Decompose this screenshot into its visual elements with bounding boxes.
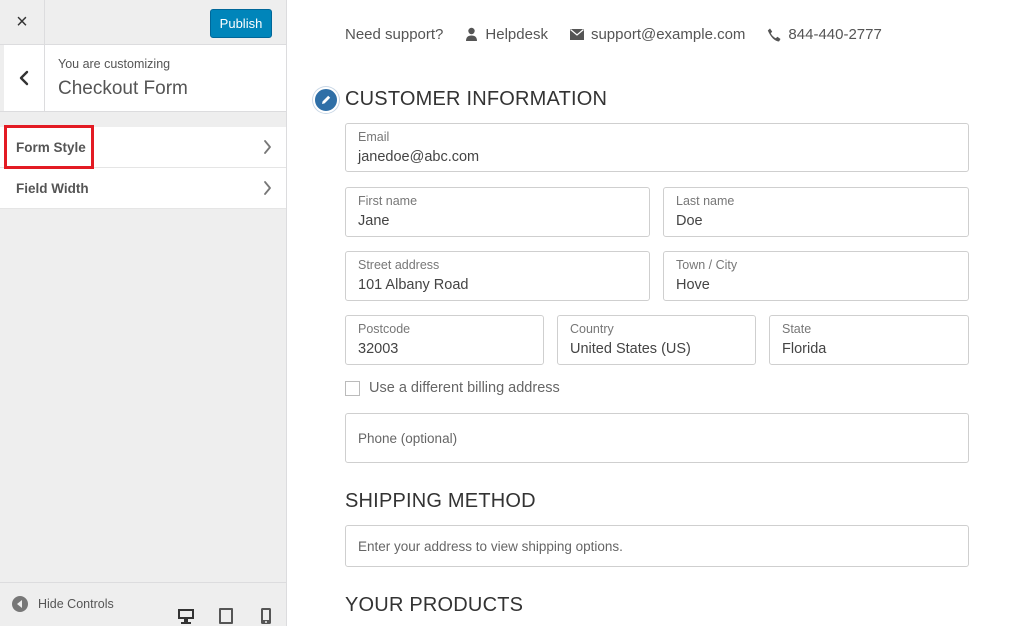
section-header: You are customizing Checkout Form: [0, 45, 286, 112]
menu-item-label: Form Style: [16, 139, 86, 155]
desktop-icon[interactable]: [177, 607, 195, 625]
phone-label: 844-440-2777: [788, 26, 882, 43]
shipping-method-heading: SHIPPING METHOD: [345, 490, 536, 512]
email-label: support@example.com: [590, 26, 746, 43]
first-name-field[interactable]: First name Jane: [345, 187, 650, 237]
postcode-label: Postcode: [358, 322, 411, 336]
city-value: Hove: [676, 277, 710, 293]
state-label: State: [782, 322, 812, 336]
shipping-message: Enter your address to view shipping opti…: [358, 538, 623, 554]
customizer-footer: Hide Controls: [0, 582, 286, 626]
menu-item-field-width[interactable]: Field Width: [0, 168, 286, 209]
mobile-icon[interactable]: [257, 607, 275, 625]
chevron-right-icon: [264, 181, 271, 195]
postcode-field[interactable]: Postcode 32003: [345, 315, 544, 365]
customizer-menu: Form Style Field Width: [0, 127, 286, 209]
customizer-header: × Publish: [0, 0, 286, 45]
tablet-icon[interactable]: [217, 607, 235, 625]
edit-shortcut-button[interactable]: [313, 87, 339, 113]
first-name-value: Jane: [358, 213, 390, 229]
email-link[interactable]: support@example.com: [569, 26, 746, 43]
phone-placeholder: Phone (optional): [358, 430, 458, 446]
helpdesk-label: Helpdesk: [485, 26, 548, 43]
user-icon: [466, 27, 478, 41]
customizer-sidebar: × Publish You are customizing Checkout F…: [0, 0, 287, 626]
last-name-field[interactable]: Last name Doe: [663, 187, 969, 237]
hide-controls-button[interactable]: Hide Controls: [12, 596, 114, 612]
hide-controls-label: Hide Controls: [38, 597, 114, 611]
envelope-icon: [569, 29, 584, 40]
close-button[interactable]: ×: [0, 0, 45, 44]
publish-button[interactable]: Publish: [210, 9, 272, 38]
street-address-label: Street address: [358, 258, 440, 272]
shipping-options-box: Enter your address to view shipping opti…: [345, 525, 969, 567]
checkbox-box[interactable]: [345, 380, 360, 396]
customer-info-heading: CUSTOMER INFORMATION: [345, 88, 608, 110]
close-icon: ×: [16, 10, 28, 33]
your-products-heading: YOUR PRODUCTS: [345, 594, 524, 616]
street-address-field[interactable]: Street address 101 Albany Road: [345, 251, 650, 301]
section-title: Checkout Form: [58, 78, 188, 99]
country-label: Country: [570, 322, 614, 336]
street-address-value: 101 Albany Road: [358, 277, 469, 293]
menu-item-label: Field Width: [16, 180, 89, 196]
city-field[interactable]: Town / City Hove: [663, 251, 969, 301]
city-label: Town / City: [676, 258, 738, 272]
country-value: United States (US): [570, 341, 691, 357]
support-label: Need support?: [345, 26, 444, 43]
back-button[interactable]: [0, 45, 45, 111]
billing-address-label: Use a different billing address: [369, 380, 560, 396]
checkout-preview: Need support? Helpdesk support@example.c…: [288, 0, 1024, 626]
state-value: Florida: [782, 341, 827, 357]
menu-item-form-style[interactable]: Form Style: [0, 127, 286, 168]
email-field-value: janedoe@abc.com: [358, 149, 480, 165]
customizing-label: You are customizing: [58, 57, 171, 71]
state-select[interactable]: State Florida: [769, 315, 969, 365]
phone-field[interactable]: Phone (optional): [345, 413, 969, 463]
helpdesk-link[interactable]: Helpdesk: [465, 26, 548, 43]
chevron-left-icon: [19, 70, 29, 86]
billing-address-checkbox[interactable]: Use a different billing address: [345, 380, 560, 396]
country-select[interactable]: Country United States (US): [557, 315, 756, 365]
pencil-icon: [322, 95, 331, 104]
postcode-value: 32003: [358, 341, 399, 357]
chevron-right-icon: [264, 140, 271, 154]
support-bar: Need support? Helpdesk support@example.c…: [345, 26, 882, 43]
email-field[interactable]: Email janedoe@abc.com: [345, 123, 969, 172]
collapse-icon: [12, 596, 28, 612]
last-name-label: Last name: [676, 194, 735, 208]
email-field-label: Email: [358, 130, 390, 144]
last-name-value: Doe: [676, 213, 703, 229]
first-name-label: First name: [358, 194, 418, 208]
phone-icon: [768, 28, 781, 41]
phone-link[interactable]: 844-440-2777: [767, 26, 882, 43]
